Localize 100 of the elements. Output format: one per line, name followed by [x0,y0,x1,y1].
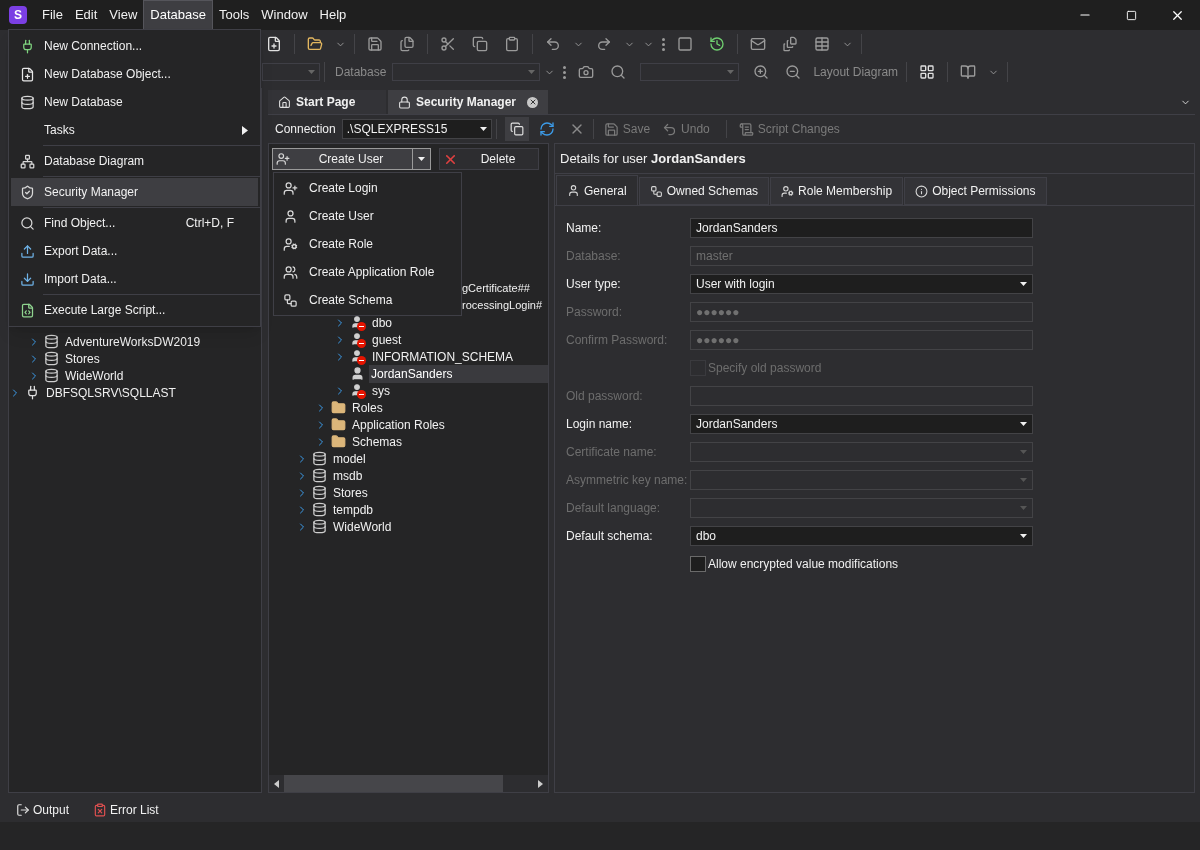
new-file-icon[interactable] [266,36,282,52]
redo-icon[interactable] [596,36,612,52]
database-icon [44,334,59,349]
menu-item[interactable]: Help [313,0,353,30]
close-tab-icon[interactable] [527,96,538,108]
combo-box[interactable]: User with login [690,274,1033,294]
folder-icon [331,434,346,449]
document-icon[interactable] [782,36,798,52]
menu-entry[interactable]: New Database Object... [11,60,258,88]
combo-box[interactable]: dbo [690,526,1033,546]
tree-item[interactable]: Roles [350,398,385,417]
scroll-left-icon[interactable] [274,779,279,788]
tree-item[interactable]: tempdb [331,500,376,519]
diagram-icon[interactable] [919,64,936,80]
page-icon[interactable] [960,64,977,80]
search-icon[interactable] [610,64,627,80]
status-tab[interactable]: Error List [93,800,159,819]
new-file-icon [19,66,35,82]
menu-item[interactable]: Edit [68,0,104,30]
tree-item[interactable]: INFORMATION_SCHEMA [370,347,516,366]
zoom-in-icon[interactable] [753,64,770,80]
tree-item[interactable]: gCertificate## [462,280,530,297]
copy-icon[interactable] [472,36,488,52]
tree-item[interactable]: msdb [331,466,365,485]
field-label: Password: [566,304,624,321]
menu-item[interactable]: Tools [212,0,256,30]
tree-item[interactable]: sys [370,381,392,400]
cut-icon[interactable] [440,36,456,52]
tree-item[interactable]: rocessingLogin# [462,297,543,314]
menu-entry[interactable]: Security Manager [11,178,258,206]
detail-tab[interactable]: Owned Schemas [638,177,770,205]
field-label: Old password: [566,388,644,405]
input-field[interactable]: JordanSanders [690,218,1033,238]
menu-entry[interactable]: Create Role [274,230,461,258]
camera-icon[interactable] [578,64,595,80]
scroll-thumb[interactable] [284,775,503,792]
tree-item[interactable]: WideWorld [331,517,394,536]
document-tab[interactable]: Security Manager [388,90,548,114]
menu-entry[interactable]: Execute Large Script... [11,296,258,324]
copy-button[interactable] [504,117,529,141]
shortcut-text: Ctrl+D, F [185,215,234,232]
connection-combo[interactable]: .\SQLEXPRESS15 [341,119,492,139]
undo-icon[interactable] [545,36,561,52]
grip-icon [662,37,665,51]
checkbox[interactable] [690,556,706,572]
denied-user-icon [350,382,366,399]
mail-icon[interactable] [750,36,766,52]
tree-item[interactable]: dbo [370,313,395,332]
script-icon [738,121,754,137]
stop-icon[interactable] [677,36,693,52]
detail-tab[interactable]: Object Permissions [904,177,1047,205]
menu-entry[interactable]: Find Object... Ctrl+D, F [11,209,258,237]
detail-tab[interactable]: Role Membership [770,177,904,205]
status-tab[interactable]: Output [16,800,70,819]
menu-item[interactable]: Database [143,0,213,30]
menu-entry[interactable]: Create Schema [274,286,461,314]
tree-item[interactable]: Schemas [350,432,405,451]
menu-entry[interactable]: Database Diagram [11,147,258,175]
tree-item[interactable]: Stores [331,483,370,502]
menu-entry[interactable]: Tasks [11,116,258,144]
user-icon [282,208,298,224]
database-icon [312,485,327,500]
menu-entry[interactable]: New Database [11,88,258,116]
history-icon[interactable] [709,36,725,52]
menu-entry[interactable]: Create Application Role [274,258,461,286]
menu-item[interactable]: View [103,0,144,30]
horizontal-scrollbar[interactable] [269,775,548,792]
detail-tab[interactable]: General [556,175,638,205]
caret-icon [1020,534,1027,538]
table-icon[interactable] [814,36,830,52]
create-user-button[interactable]: Create User [272,148,431,170]
caret-icon [1020,450,1027,454]
tree-item[interactable]: DBFSQLSRV\SQLLAST [44,383,178,402]
menu-entry[interactable]: Create User [274,202,461,230]
menu-entry[interactable]: Create Login [274,174,461,202]
scroll-right-icon[interactable] [538,779,543,788]
layout-diagram-button[interactable]: Layout Diagram [809,63,903,81]
tree-item[interactable]: guest [370,330,404,349]
document-tab[interactable]: Start Page [268,90,386,114]
combo-box[interactable]: JordanSanders [690,414,1033,434]
tree-item[interactable]: JordanSanders [369,364,548,383]
save-all-icon[interactable] [399,36,415,52]
tree-item[interactable]: WideWorld [63,366,126,385]
tree-item[interactable]: model [331,449,368,468]
menu-item[interactable]: File [36,0,69,30]
caret-icon [479,127,487,131]
delete-button[interactable]: Delete [439,148,539,170]
folder-icon[interactable] [307,36,323,52]
menu-entry[interactable]: New Connection... [11,32,258,60]
role-icon [282,236,298,252]
refresh-icon[interactable] [538,121,555,137]
zoom-out-icon[interactable] [785,64,802,80]
menu-entry[interactable]: Export Data... [11,237,258,265]
paste-icon[interactable] [504,36,520,52]
tree-item[interactable]: Stores [63,349,102,368]
menu-entry[interactable]: Import Data... [11,265,258,293]
save-icon[interactable] [367,36,383,52]
tree-item[interactable]: Application Roles [350,415,447,434]
tree-item[interactable]: AdventureWorksDW2019 [63,332,203,351]
menu-item[interactable]: Window [255,0,314,30]
